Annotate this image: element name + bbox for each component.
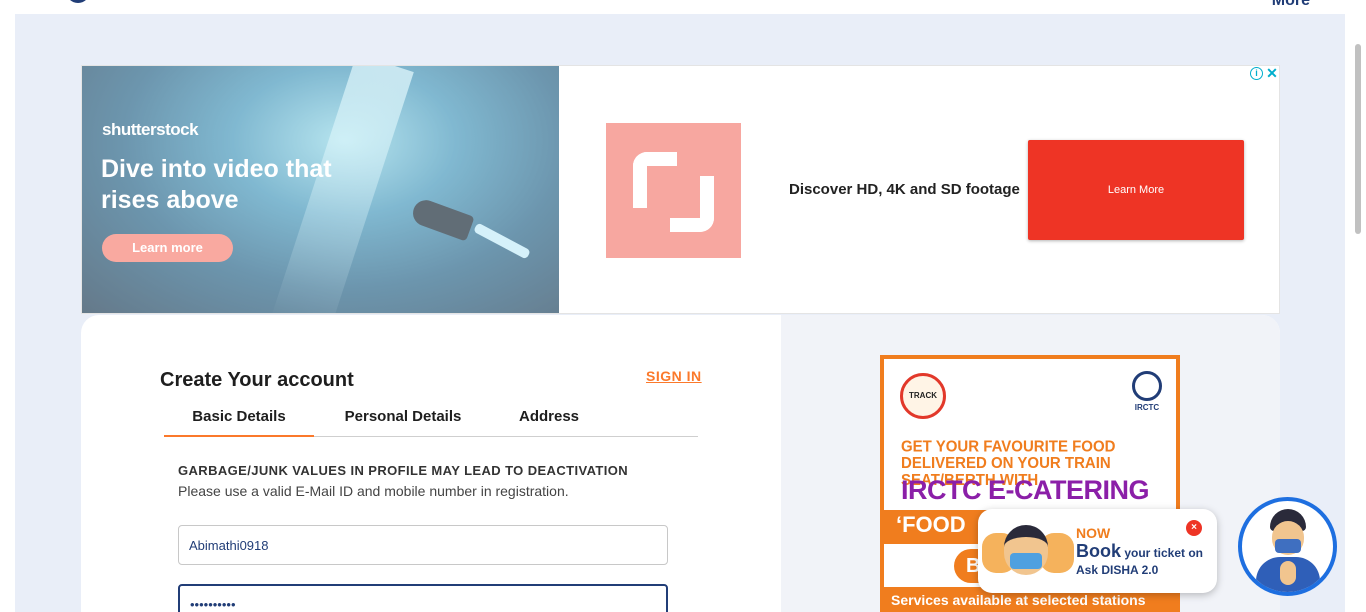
band-text: ‘FOOD <box>896 512 966 537</box>
popup-ask-disha: Ask DISHA 2.0 <box>1076 563 1159 577</box>
face-mask-icon <box>1010 553 1042 569</box>
ad-headline: Dive into video that rises above <box>101 155 332 214</box>
irctc-logo: IRCTC <box>1128 371 1166 412</box>
password-field[interactable] <box>178 584 668 612</box>
food-track-logo: TRACK <box>900 373 946 419</box>
scrollbar-thumb[interactable] <box>1355 44 1361 234</box>
ad-tagline: Discover HD, 4K and SD footage <box>789 181 1020 198</box>
irctc-emblem-icon <box>1132 371 1162 401</box>
disha-promo-popup[interactable]: NOW Book your ticket on Ask DISHA 2.0 × <box>978 509 1217 593</box>
ad-banner[interactable]: shutterstock Dive into video that rises … <box>81 65 1280 314</box>
popup-close-icon[interactable]: × <box>1186 520 1202 536</box>
book-rest: your ticket on <box>1121 546 1204 560</box>
avatar-hands <box>1280 561 1296 585</box>
diver-image <box>409 196 475 242</box>
popup-now: NOW <box>1076 525 1111 541</box>
page-title: Create Your account <box>160 369 354 391</box>
top-navbar: More <box>0 0 1366 14</box>
scrollbar[interactable] <box>1350 0 1366 612</box>
username-field[interactable] <box>178 525 668 565</box>
ad-info-icon[interactable]: i <box>1250 67 1263 80</box>
popup-book: Book your ticket on <box>1076 541 1203 562</box>
sign-in-link[interactable]: SIGN IN <box>646 368 702 384</box>
ad-video-panel[interactable]: shutterstock Dive into video that rises … <box>82 66 559 313</box>
tab-address[interactable]: Address <box>492 405 606 437</box>
tab-personal-details[interactable]: Personal Details <box>314 405 492 437</box>
shutterstock-mark-icon <box>606 123 741 258</box>
irctc-logo-label: IRCTC <box>1134 403 1160 412</box>
warning-title: GARBAGE/JUNK VALUES IN PROFILE MAY LEAD … <box>178 463 629 478</box>
disha-chatbot-button[interactable] <box>1238 497 1337 596</box>
ad-line-2: IRCTC E-CATERING <box>901 475 1150 505</box>
ad-close-icon[interactable]: ✕ <box>1265 66 1279 80</box>
avatar-mask-icon <box>1275 539 1301 553</box>
warning-text: Please use a valid E-Mail ID and mobile … <box>178 483 569 499</box>
form-tabs: Basic Details Personal Details Address <box>164 405 698 437</box>
ad-learn-more-button[interactable]: Learn More <box>1028 140 1244 240</box>
book-word: Book <box>1076 541 1121 561</box>
tab-basic-details[interactable]: Basic Details <box>164 405 314 437</box>
irctc-logo-partial[interactable] <box>66 0 90 3</box>
mark-shape-bottom <box>670 176 714 232</box>
shutterstock-logo: shutterstock <box>102 120 199 139</box>
diver-fin <box>473 222 531 260</box>
learn-more-button[interactable]: Learn more <box>102 234 233 262</box>
more-menu[interactable]: More <box>1272 0 1310 10</box>
